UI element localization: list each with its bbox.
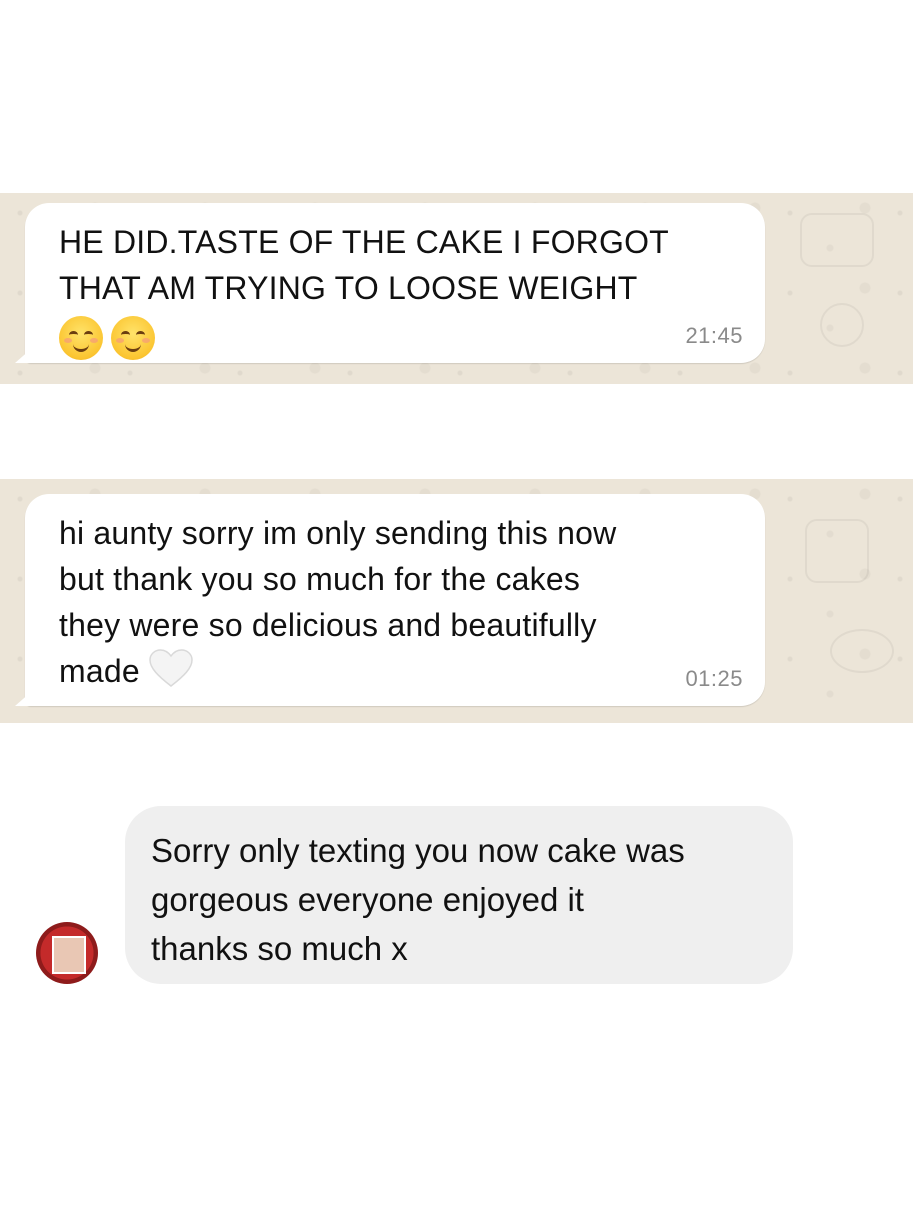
message-timestamp: 01:25 <box>685 666 743 691</box>
wallpaper-doodle <box>830 629 894 673</box>
message-line: gorgeous everyone enjoyed it <box>151 881 584 918</box>
wallpaper-doodle <box>820 303 864 347</box>
chat-background-1: HE DID.TASTE OF THE CAKE I FORGOT THAT A… <box>0 193 913 384</box>
emoji-row <box>59 315 743 361</box>
message-line: thanks so much x <box>151 930 408 967</box>
message-line: HE DID.TASTE OF THE CAKE I FORGOT <box>59 224 669 260</box>
white-heart-icon <box>148 648 194 700</box>
message-bubble[interactable]: Sorry only texting you now cake was gorg… <box>125 806 793 984</box>
message-line: Sorry only texting you now cake was <box>151 832 685 869</box>
message-timestamp: 21:45 <box>685 323 743 348</box>
message-bubble[interactable]: hi aunty sorry im only sending this now … <box>15 494 765 706</box>
wallpaper-doodle <box>805 519 869 583</box>
message-line: made <box>59 653 140 689</box>
message-line: they were so delicious and beautifully <box>59 607 597 643</box>
wallpaper-doodle <box>800 213 874 267</box>
message-line: THAT AM TRYING TO LOOSE WEIGHT <box>59 270 638 306</box>
message-bubble[interactable]: HE DID.TASTE OF THE CAKE I FORGOT THAT A… <box>15 203 765 363</box>
smiling-face-icon <box>59 316 103 360</box>
chat-background-2: hi aunty sorry im only sending this now … <box>0 479 913 723</box>
bubble-tail <box>15 692 31 706</box>
smiling-face-icon <box>111 316 155 360</box>
message-last-line: made <box>59 648 743 700</box>
message-line: hi aunty sorry im only sending this now <box>59 515 617 551</box>
avatar-photo <box>52 936 86 974</box>
bubble-tail <box>15 349 31 363</box>
message-line: but thank you so much for the cakes <box>59 561 581 597</box>
avatar[interactable] <box>36 922 98 984</box>
